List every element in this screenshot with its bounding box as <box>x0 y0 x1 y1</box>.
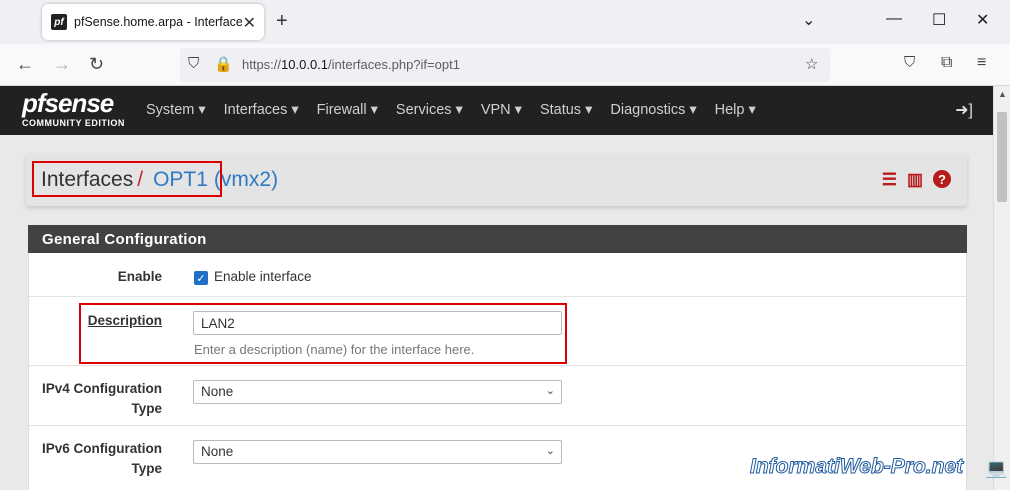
ipv6-type-select[interactable]: None ⌄ <box>193 440 562 464</box>
ipv6-label-line2: Type <box>131 461 162 476</box>
pfsense-navbar: pfsense COMMUNITY EDITION System ▾ Inter… <box>0 86 993 135</box>
forward-arrow-icon[interactable]: → <box>53 54 71 75</box>
menu-status[interactable]: Status ▾ <box>540 102 592 118</box>
back-arrow-icon[interactable]: ← <box>16 54 34 75</box>
tab-list-chevron-icon[interactable]: ⌄ <box>802 10 815 30</box>
chevron-down-icon: ⌄ <box>545 385 555 397</box>
enable-label: Enable <box>117 269 162 284</box>
watermark: InformatiWeb-Pro.net <box>749 455 964 479</box>
new-tab-icon[interactable]: + <box>276 10 288 33</box>
menu-system[interactable]: System ▾ <box>146 102 206 118</box>
laptop-icon: 💻 <box>985 458 1008 478</box>
address-bar[interactable]: ⛉ 🔒 https://10.0.0.1/interfaces.php?if=o… <box>180 48 830 82</box>
ipv4-selected-value: None <box>201 384 234 399</box>
menu-interfaces[interactable]: Interfaces ▾ <box>224 102 299 118</box>
ipv4-label-line1: IPv4 Configuration <box>41 381 162 396</box>
browser-toolbar: ← → ↻ ⛉ 🔒 https://10.0.0.1/interfaces.ph… <box>0 44 1010 86</box>
bookmark-star-icon[interactable]: ☆ <box>805 55 818 73</box>
url-text: https://10.0.0.1/interfaces.php?if=opt1 <box>242 57 460 72</box>
settings-sliders-icon[interactable]: ☰ <box>882 170 897 190</box>
tracking-shield-icon[interactable]: ⛉ <box>188 55 199 72</box>
url-path: /interfaces.php?if=opt1 <box>328 57 460 72</box>
help-icon[interactable]: ? <box>933 170 951 188</box>
maximize-icon[interactable]: ☐ <box>932 10 946 30</box>
url-host: 10.0.0.1 <box>281 57 329 72</box>
enable-checkbox-text[interactable]: Enable interface <box>214 269 312 284</box>
scroll-up-icon[interactable]: ▲ <box>998 89 1007 99</box>
ipv4-type-select[interactable]: None ⌄ <box>193 380 562 404</box>
chart-bars-icon[interactable]: ▥ <box>907 170 923 190</box>
scrollbar-thumb[interactable] <box>997 112 1007 202</box>
ipv6-label: IPv6 Configuration Type <box>42 439 162 479</box>
breadcrumb-icons: ☰ ▥ ? <box>882 170 951 190</box>
menu-diagnostics[interactable]: Diagnostics ▾ <box>610 102 696 118</box>
ipv4-label: IPv4 Configuration Type <box>42 379 162 419</box>
pfsense-favicon-icon: pf <box>51 14 67 30</box>
url-prefix: https:// <box>242 57 282 72</box>
logo-main-text: pfsense <box>22 88 114 118</box>
lock-icon[interactable]: 🔒 <box>214 55 233 73</box>
tab-title: pfSense.home.arpa - Interfaces: OPT1 (vm… <box>74 15 242 29</box>
page-scrollbar[interactable]: ▲ <box>993 86 1010 490</box>
close-window-icon[interactable]: ✕ <box>976 10 989 30</box>
enable-row: Enable ✓ Enable interface <box>29 253 966 297</box>
close-tab-icon[interactable]: ✕ <box>243 13 256 33</box>
enable-checkbox[interactable]: ✓ <box>194 271 208 285</box>
ipv4-row: IPv4 Configuration Type None ⌄ <box>29 366 966 426</box>
highlight-box-breadcrumb <box>32 161 222 197</box>
menu-services[interactable]: Services ▾ <box>396 102 463 118</box>
minimize-icon[interactable]: — <box>886 10 902 28</box>
ipv6-label-line1: IPv6 Configuration <box>41 441 162 456</box>
ipv6-selected-value: None <box>201 444 234 459</box>
breadcrumb-suffix: (vmx2) <box>213 168 279 191</box>
browser-tab-strip: pf pfSense.home.arpa - Interfaces: OPT1 … <box>0 0 1010 44</box>
logout-icon[interactable]: ➜] <box>955 100 973 120</box>
pocket-icon[interactable]: ⛉ <box>904 54 915 71</box>
logo-sub-text: COMMUNITY EDITION <box>22 118 125 128</box>
extensions-icon[interactable]: ⧉ <box>941 54 952 72</box>
chevron-down-icon: ⌄ <box>545 445 555 457</box>
section-header: General Configuration <box>28 225 967 253</box>
ipv4-label-line2: Type <box>131 401 162 416</box>
menu-vpn[interactable]: VPN ▾ <box>481 102 522 118</box>
menu-help[interactable]: Help ▾ <box>715 102 756 118</box>
menu-firewall[interactable]: Firewall ▾ <box>317 102 378 118</box>
menu-hamburger-icon[interactable]: ≡ <box>977 54 986 72</box>
main-menu: System ▾ Interfaces ▾ Firewall ▾ Service… <box>146 102 774 118</box>
highlight-box-description <box>79 303 567 364</box>
reload-icon[interactable]: ↻ <box>89 54 104 75</box>
pfsense-logo[interactable]: pfsense COMMUNITY EDITION <box>22 90 125 128</box>
browser-tab[interactable]: pf pfSense.home.arpa - Interfaces: OPT1 … <box>42 4 264 40</box>
